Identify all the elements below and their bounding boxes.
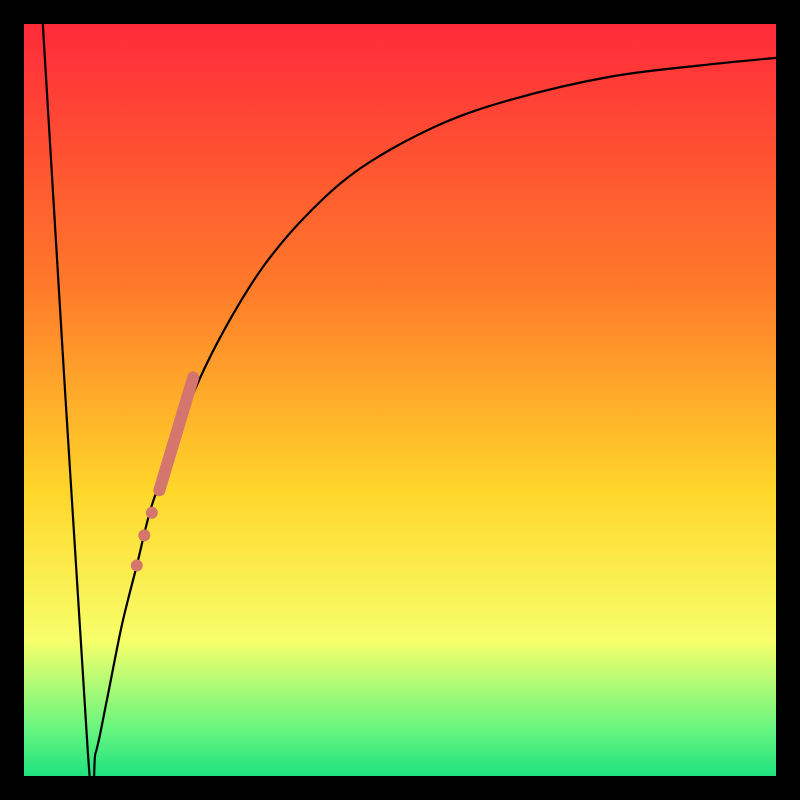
marker-dot <box>138 529 150 541</box>
curve-markers <box>131 377 193 571</box>
marker-dot <box>146 507 158 519</box>
plot-frame: TheBottleneck.com <box>24 24 776 776</box>
chart-curve-layer <box>24 24 776 776</box>
marker-dot <box>131 559 143 571</box>
marker-bar <box>159 377 193 490</box>
bottleneck-curve <box>43 24 776 776</box>
